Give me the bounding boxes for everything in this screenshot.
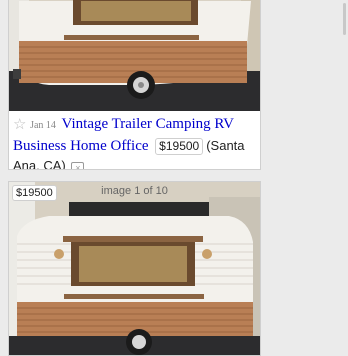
image-counter: image 1 of 10 bbox=[101, 185, 168, 197]
page-scrollbar[interactable] bbox=[343, 3, 346, 35]
hide-listing-icon[interactable]: × bbox=[71, 162, 85, 169]
listing-card: ☆ Jan 14 Vintage Trailer Camping RV Busi… bbox=[8, 0, 261, 170]
listing-date: Jan 14 bbox=[30, 120, 56, 131]
gallery-card: $19500 image 1 of 10 bbox=[8, 181, 261, 356]
listing-photo[interactable] bbox=[9, 0, 260, 111]
listing-price: $19500 bbox=[155, 138, 204, 155]
listing-info: ☆ Jan 14 Vintage Trailer Camping RV Busi… bbox=[9, 111, 260, 169]
trailer-photo bbox=[9, 0, 260, 111]
gallery-photo[interactable]: $19500 image 1 of 10 bbox=[9, 182, 260, 355]
trailer-photo-large bbox=[9, 182, 260, 355]
star-icon[interactable]: ☆ bbox=[13, 116, 26, 133]
